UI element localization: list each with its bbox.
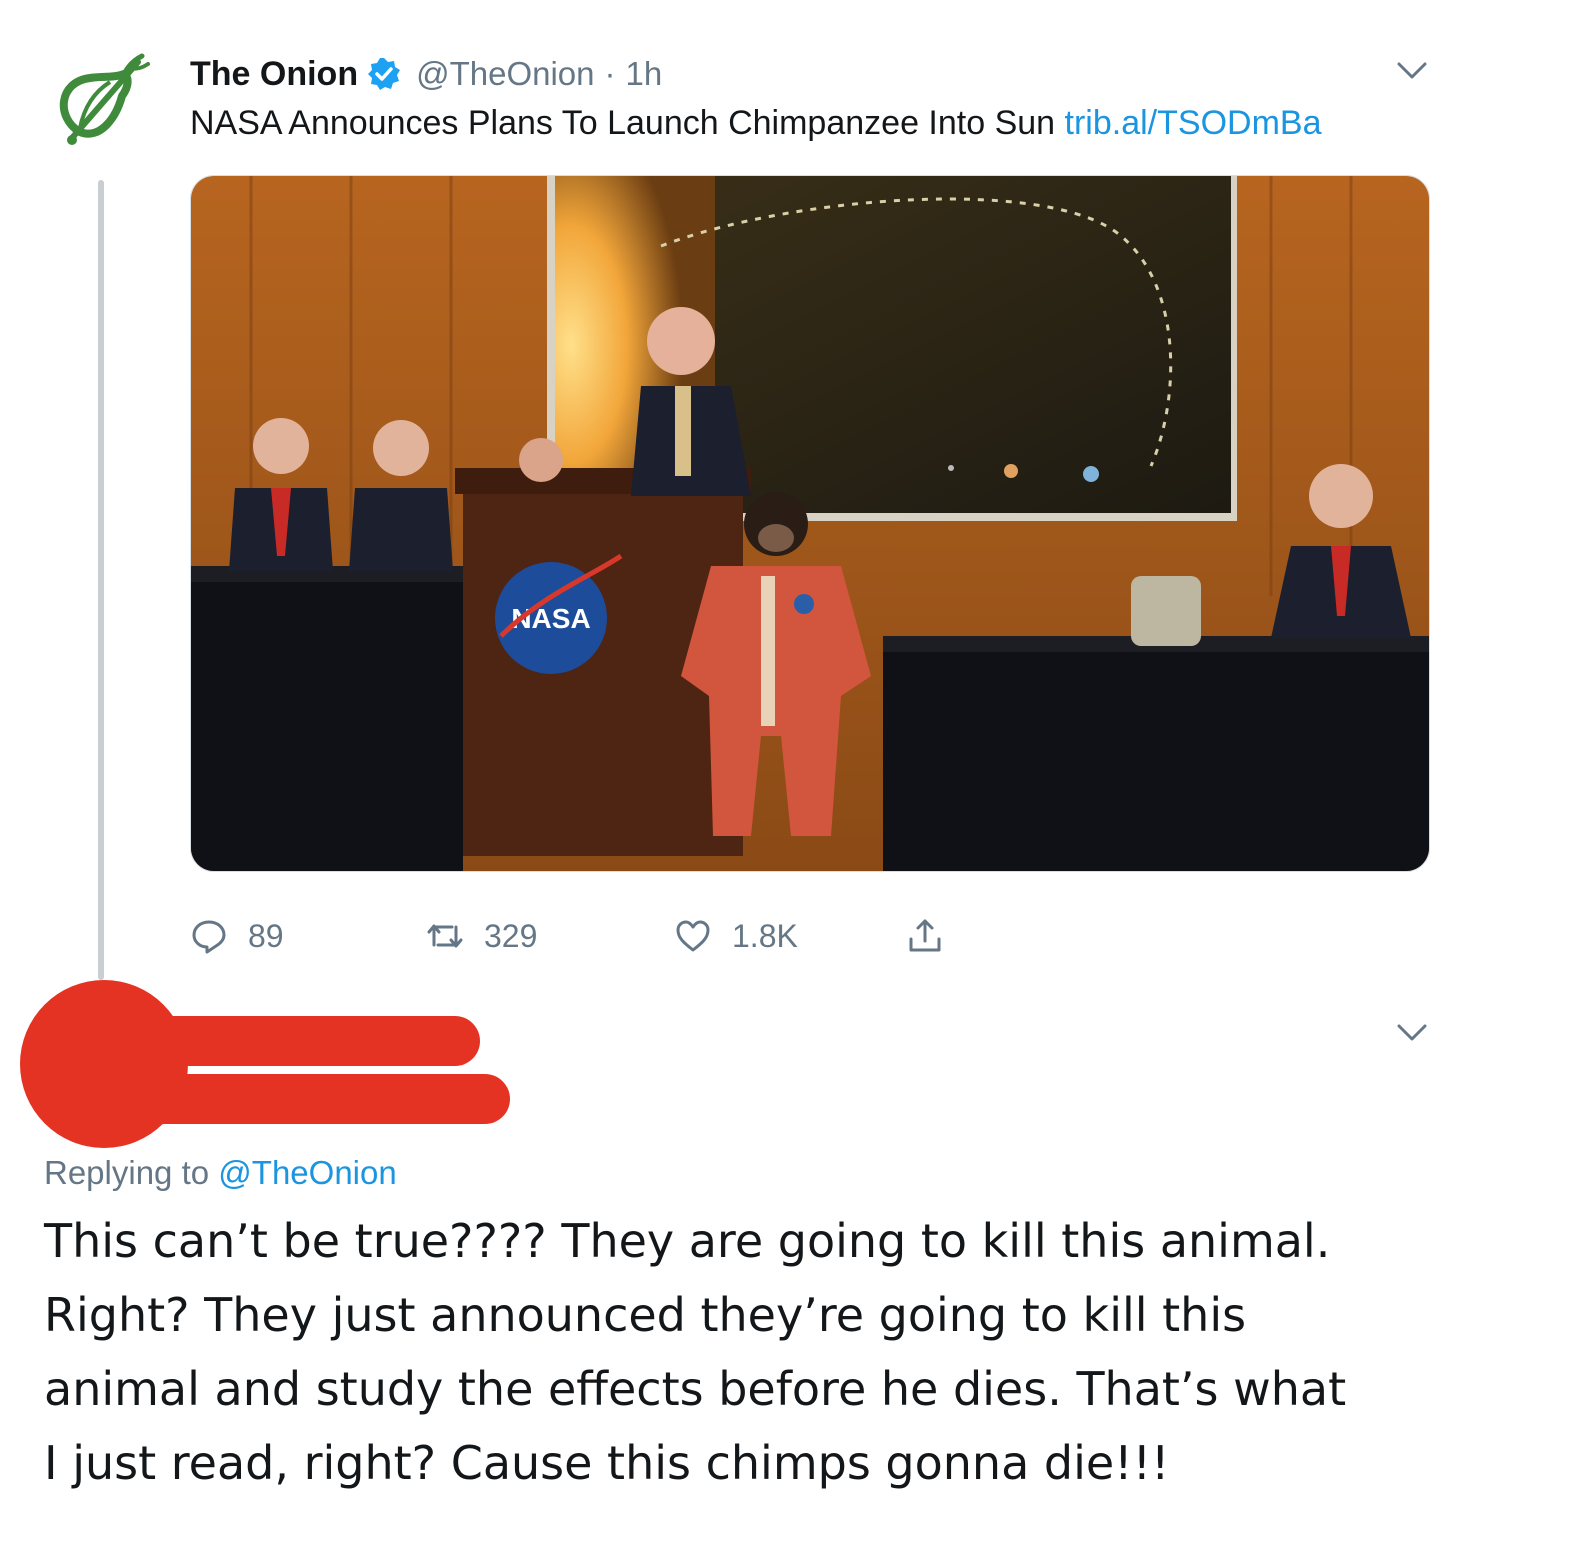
onion-logo-icon[interactable] [50, 48, 160, 158]
tweet-actions: 89 329 1.8K [190, 908, 944, 964]
verified-badge-icon [368, 58, 401, 90]
reply-button[interactable]: 89 [190, 908, 426, 964]
reply-line: I just read, right? Cause this chimps go… [44, 1436, 1170, 1490]
tweet-header: The Onion @TheOnion · 1h [190, 52, 662, 96]
original-tweet[interactable]: The Onion @TheOnion · 1h NASA Announces … [0, 0, 1582, 990]
redacted-author-scribble [20, 980, 510, 1148]
tweet-headline: NASA Announces Plans To Launch Chimpanze… [190, 104, 1056, 142]
tweet-text: NASA Announces Plans To Launch Chimpanze… [190, 104, 1321, 143]
reply-line: animal and study the effects before he d… [44, 1362, 1347, 1416]
retweet-count: 329 [484, 917, 538, 954]
retweet-icon [427, 924, 463, 948]
thread-connector-line [98, 180, 104, 980]
reply-line: Right? They just announced they’re going… [44, 1288, 1247, 1342]
heart-icon [676, 920, 710, 952]
replying-to-handle[interactable]: @TheOnion [218, 1154, 396, 1191]
reply-text: This can’t be true???? They are going to… [44, 1204, 1464, 1500]
reply-chevron-down-icon[interactable] [1395, 1022, 1429, 1044]
reply-count: 89 [248, 917, 284, 954]
share-button[interactable] [906, 908, 944, 964]
like-count: 1.8K [732, 917, 798, 954]
reply-line: This can’t be true???? They are going to… [44, 1214, 1331, 1268]
retweet-button[interactable]: 329 [426, 908, 674, 964]
replying-to-label: Replying to [44, 1154, 210, 1191]
tweet-timestamp[interactable]: 1h [626, 55, 663, 93]
tweet-link[interactable]: trib.al/TSODmBa [1065, 104, 1322, 142]
like-button[interactable]: 1.8K [674, 908, 906, 964]
separator-dot: · [604, 55, 616, 92]
tweet-photo[interactable]: NASA [190, 175, 1430, 872]
share-icon [909, 919, 941, 952]
author-display-name[interactable]: The Onion [190, 55, 358, 94]
chevron-down-icon[interactable] [1395, 60, 1429, 82]
author-handle[interactable]: @TheOnion [416, 55, 594, 93]
reply-bubble-icon [192, 920, 226, 954]
replying-to-line: Replying to @TheOnion [44, 1154, 397, 1192]
